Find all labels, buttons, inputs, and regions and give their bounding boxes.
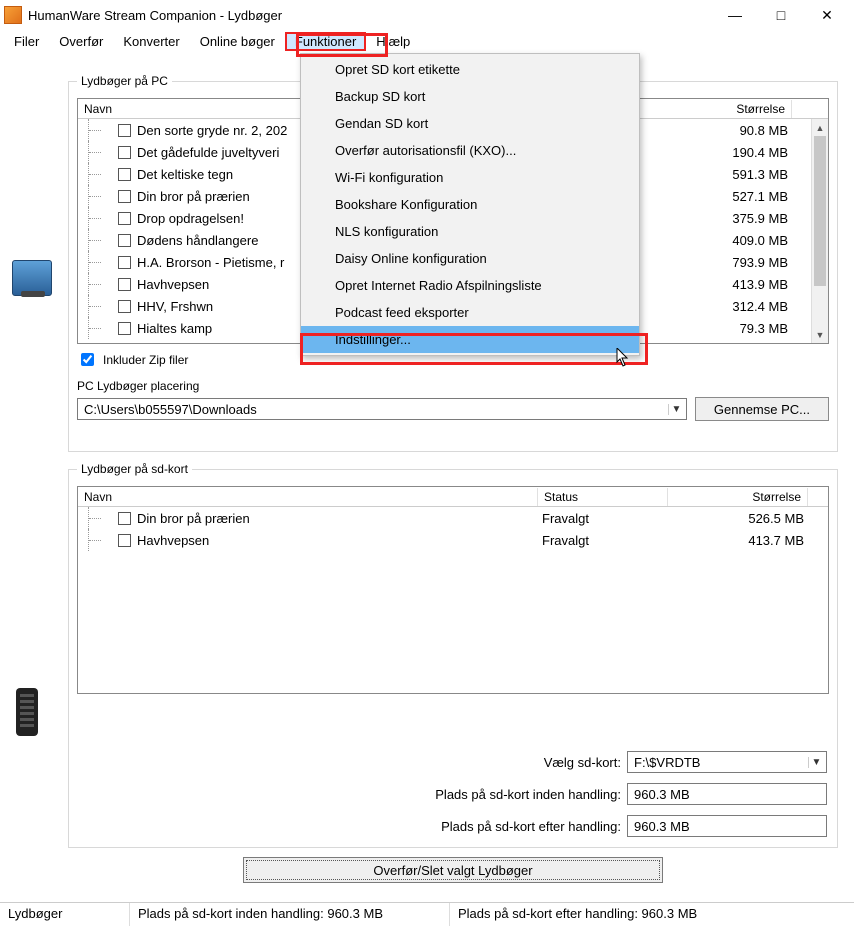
pc-icon (12, 260, 52, 296)
row-size: 526.5 MB (668, 511, 808, 526)
row-size: 793.9 MB (640, 255, 792, 270)
dropdown-overfoer-kxo[interactable]: Overfør autorisationsfil (KXO)... (301, 137, 639, 164)
include-zip-checkbox[interactable] (81, 353, 94, 366)
titlebar: HumanWare Stream Companion - Lydbøger — … (0, 0, 854, 30)
pc-scrollbar[interactable]: ▲ ▼ (811, 119, 828, 343)
select-card-value: F:\$VRDTB (634, 755, 700, 770)
row-checkbox[interactable] (118, 512, 131, 525)
row-checkbox[interactable] (118, 534, 131, 547)
device-icon (16, 688, 38, 736)
space-after-value: 960.3 MB (627, 815, 827, 837)
dropdown-opret-sd-etikette[interactable]: Opret SD kort etikette (301, 56, 639, 83)
row-name: Hialtes kamp (137, 321, 212, 336)
chevron-down-icon[interactable]: ▼ (668, 404, 684, 415)
row-name: Havhvepsen (137, 533, 209, 548)
row-name: Havhvepsen (137, 277, 209, 292)
funktioner-dropdown: Opret SD kort etikette Backup SD kort Ge… (300, 53, 640, 356)
menu-hjaelp[interactable]: Hjælp (366, 32, 420, 51)
dropdown-bookshare[interactable]: Bookshare Konfiguration (301, 191, 639, 218)
menu-funktioner[interactable]: Funktioner (285, 32, 366, 51)
pc-path-combo[interactable]: C:\Users\b055597\Downloads ▼ (77, 398, 687, 420)
pc-path-value: C:\Users\b055597\Downloads (84, 402, 257, 417)
include-zip-label: Inkluder Zip filer (103, 353, 188, 367)
row-size: 190.4 MB (640, 145, 792, 160)
sd-col-name[interactable]: Navn (78, 488, 538, 506)
sd-col-size[interactable]: Størrelse (668, 488, 808, 506)
table-row[interactable]: Din bror på prærien Fravalgt526.5 MB (78, 507, 828, 529)
pc-books-legend: Lydbøger på PC (77, 74, 172, 88)
select-card-label: Vælg sd-kort: (367, 755, 621, 770)
row-checkbox[interactable] (118, 300, 131, 313)
browse-pc-button[interactable]: Gennemse PC... (695, 397, 829, 421)
row-size: 90.8 MB (640, 123, 792, 138)
dropdown-podcast[interactable]: Podcast feed eksporter (301, 299, 639, 326)
chevron-down-icon[interactable]: ▼ (808, 757, 824, 768)
row-name: H.A. Brorson - Pietisme, r (137, 255, 284, 270)
row-size: 591.3 MB (640, 167, 792, 182)
row-checkbox[interactable] (118, 146, 131, 159)
status-space-before: Plads på sd-kort inden handling: 960.3 M… (130, 903, 450, 926)
row-checkbox[interactable] (118, 168, 131, 181)
row-status: Fravalgt (538, 511, 668, 526)
row-checkbox[interactable] (118, 234, 131, 247)
dropdown-indstillinger[interactable]: Indstillinger... (301, 326, 639, 353)
row-name: Drop opdragelsen! (137, 211, 244, 226)
select-card-combo[interactable]: F:\$VRDTB ▼ (627, 751, 827, 773)
sd-books-group: Lydbøger på sd-kort Navn Status Størrels… (68, 462, 838, 848)
menu-konverter[interactable]: Konverter (113, 32, 189, 51)
row-size: 409.0 MB (640, 233, 792, 248)
space-after-label: Plads på sd-kort efter handling: (367, 819, 621, 834)
row-status: Fravalgt (538, 533, 668, 548)
row-size: 312.4 MB (640, 299, 792, 314)
row-checkbox[interactable] (118, 256, 131, 269)
row-name: Det gådefulde juveltyveri (137, 145, 279, 160)
dropdown-gendan-sd[interactable]: Gendan SD kort (301, 110, 639, 137)
scroll-down-icon[interactable]: ▼ (812, 326, 828, 343)
row-checkbox[interactable] (118, 278, 131, 291)
scroll-thumb[interactable] (814, 136, 826, 286)
menu-overfoer[interactable]: Overfør (49, 32, 113, 51)
row-checkbox[interactable] (118, 190, 131, 203)
row-size: 375.9 MB (640, 211, 792, 226)
menu-filer[interactable]: Filer (4, 32, 49, 51)
dropdown-backup-sd[interactable]: Backup SD kort (301, 83, 639, 110)
dropdown-wifi[interactable]: Wi-Fi konfiguration (301, 164, 639, 191)
statusbar: Lydbøger Plads på sd-kort inden handling… (0, 902, 854, 926)
space-before-value: 960.3 MB (627, 783, 827, 805)
row-name: Det keltiske tegn (137, 167, 233, 182)
minimize-button[interactable]: — (712, 0, 758, 30)
row-size: 527.1 MB (640, 189, 792, 204)
row-name: Din bror på prærien (137, 511, 250, 526)
table-row[interactable]: Havhvepsen Fravalgt413.7 MB (78, 529, 828, 551)
menu-online-boeger[interactable]: Online bøger (190, 32, 285, 51)
dropdown-radio[interactable]: Opret Internet Radio Afspilningsliste (301, 272, 639, 299)
row-name: Dødens håndlangere (137, 233, 258, 248)
menubar: Filer Overfør Konverter Online bøger Fun… (0, 30, 854, 52)
maximize-button[interactable]: □ (758, 0, 804, 30)
row-size: 413.9 MB (640, 277, 792, 292)
row-checkbox[interactable] (118, 212, 131, 225)
row-name: Din bror på prærien (137, 189, 250, 204)
status-space-after: Plads på sd-kort efter handling: 960.3 M… (450, 903, 854, 926)
row-checkbox[interactable] (118, 322, 131, 335)
row-size: 413.7 MB (668, 533, 808, 548)
pc-col-size[interactable]: Størrelse (640, 100, 792, 118)
row-name: Den sorte gryde nr. 2, 202 (137, 123, 287, 138)
window-title: HumanWare Stream Companion - Lydbøger (28, 8, 712, 23)
pc-path-label: PC Lydbøger placering (77, 379, 829, 393)
sd-books-table[interactable]: Navn Status Størrelse Din bror på prærie… (77, 486, 829, 694)
row-name: HHV, Frshwn (137, 299, 213, 314)
close-button[interactable]: ✕ (804, 0, 850, 30)
scroll-up-icon[interactable]: ▲ (812, 119, 828, 136)
space-before-label: Plads på sd-kort inden handling: (367, 787, 621, 802)
dropdown-daisy[interactable]: Daisy Online konfiguration (301, 245, 639, 272)
sd-col-status[interactable]: Status (538, 488, 668, 506)
row-checkbox[interactable] (118, 124, 131, 137)
status-tab: Lydbøger (0, 903, 130, 926)
dropdown-nls[interactable]: NLS konfiguration (301, 218, 639, 245)
app-icon (4, 6, 22, 24)
row-size: 79.3 MB (640, 321, 792, 336)
transfer-delete-button[interactable]: Overfør/Slet valgt Lydbøger (243, 857, 663, 883)
sd-books-legend: Lydbøger på sd-kort (77, 462, 192, 476)
